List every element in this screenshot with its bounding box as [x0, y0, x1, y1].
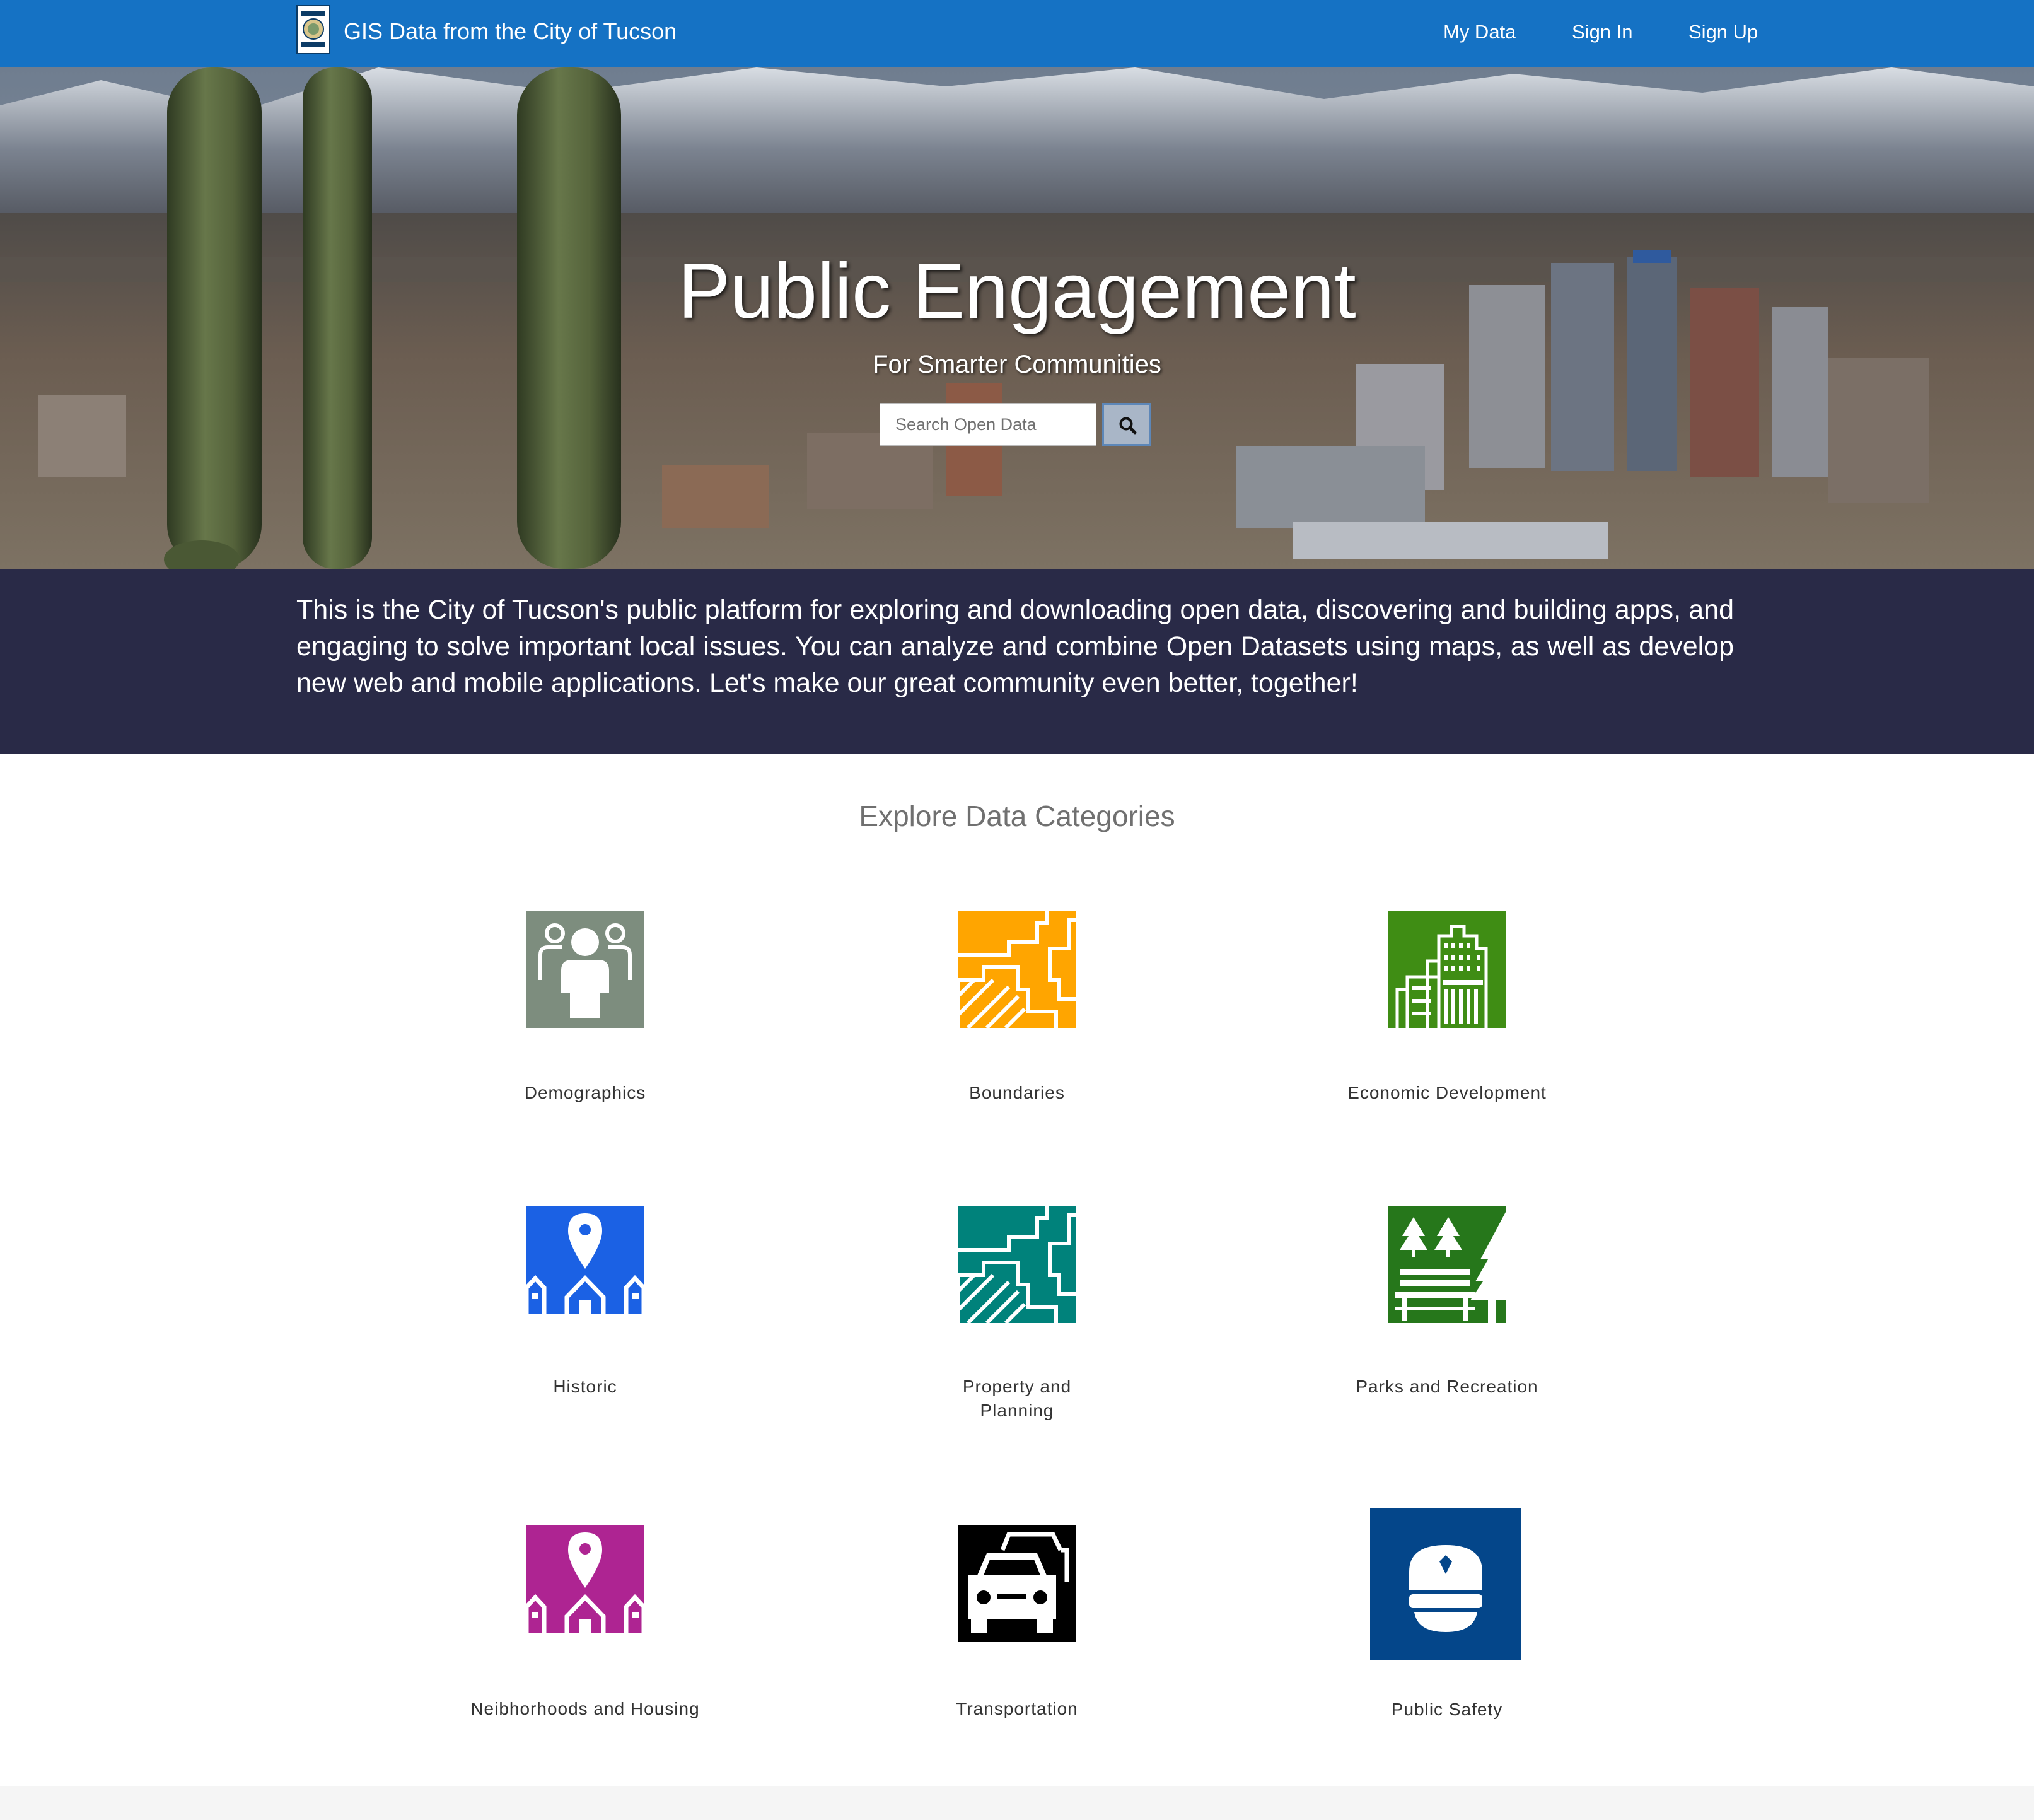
category-label: Property and Planning	[962, 1377, 1072, 1420]
people-icon	[526, 911, 644, 1028]
map-pin-houses-icon	[526, 1206, 644, 1323]
categories-heading: Explore Data Categories	[859, 800, 1175, 832]
city-seal-logo[interactable]	[296, 5, 330, 54]
intro-text: This is the City of Tucson's public plat…	[296, 595, 1734, 698]
top-navigation-bar: GIS Data from the City of Tucson My Data…	[0, 0, 2034, 67]
intro-section: This is the City of Tucson's public plat…	[0, 569, 2034, 754]
nav-my-data-link[interactable]: My Data	[1443, 19, 1516, 45]
parcel-map-icon	[958, 1206, 1076, 1323]
police-hat-icon	[1370, 1508, 1521, 1660]
nav-sign-up-link[interactable]: Sign Up	[1688, 19, 1758, 45]
boundary-map-icon	[958, 911, 1076, 1028]
hero-title: Public Engagement	[678, 248, 1356, 335]
city-seal-icon	[301, 11, 325, 47]
hero-subtitle: For Smarter Communities	[873, 351, 1161, 378]
building-icon	[1388, 911, 1506, 1028]
category-label: Boundaries	[969, 1083, 1065, 1102]
cars-icon	[958, 1525, 1076, 1642]
category-label: Economic Development	[1347, 1083, 1547, 1102]
category-label: Historic	[553, 1377, 617, 1396]
park-bench-trees-icon	[1388, 1206, 1506, 1323]
search-icon	[1119, 417, 1137, 435]
category-label: Demographics	[524, 1083, 646, 1102]
search-button[interactable]	[1102, 403, 1151, 446]
nav-sign-in-link[interactable]: Sign In	[1572, 19, 1633, 45]
category-label: Public Safety	[1391, 1700, 1503, 1719]
map-pin-houses-icon	[526, 1525, 644, 1642]
hero-banner: Public Engagement For Smarter Communitie…	[0, 67, 2034, 569]
search-input[interactable]	[880, 403, 1096, 446]
category-label: Transportation	[956, 1699, 1078, 1718]
category-label: Neibhorhoods and Housing	[470, 1699, 700, 1718]
footer-strip	[0, 1786, 2034, 1820]
site-title[interactable]: GIS Data from the City of Tucson	[344, 16, 677, 47]
category-label: Parks and Recreation	[1356, 1377, 1538, 1396]
